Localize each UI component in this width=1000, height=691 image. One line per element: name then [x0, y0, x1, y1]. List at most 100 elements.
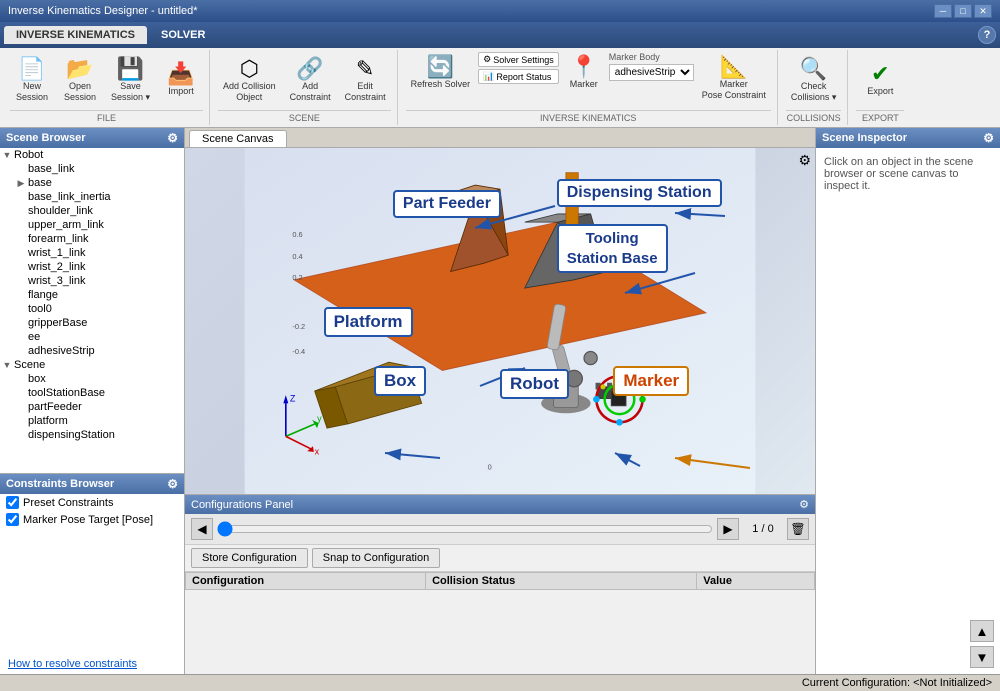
- add-collision-icon: ⬡: [240, 58, 259, 80]
- menu-tab-ik[interactable]: INVERSE KINEMATICS: [4, 26, 147, 44]
- refresh-solver-button[interactable]: 🔄 Refresh Solver: [406, 52, 476, 94]
- marker-pose-icon: 📐: [720, 56, 747, 78]
- marker-pose-checkbox[interactable]: [6, 513, 19, 526]
- canvas-gear-icon[interactable]: ⚙: [798, 152, 811, 169]
- marker-pose-label: MarkerPose Constraint: [702, 79, 766, 101]
- canvas-tab-bar: Scene Canvas: [185, 128, 815, 148]
- wrist2-label: wrist_2_link: [28, 261, 180, 273]
- tree-item-scene[interactable]: ▼ Scene: [0, 358, 184, 372]
- open-session-icon: 📂: [66, 58, 93, 80]
- tree-item-gripper[interactable]: gripperBase: [0, 316, 184, 330]
- title-bar: Inverse Kinematics Designer - untitled* …: [0, 0, 1000, 22]
- refresh-solver-icon: 🔄: [427, 56, 454, 78]
- svg-text:0.2: 0.2: [292, 273, 302, 282]
- config-slider[interactable]: [217, 521, 713, 537]
- inspector-gear-icon[interactable]: ⚙: [983, 131, 994, 145]
- how-to-link[interactable]: How to resolve constraints: [0, 654, 184, 674]
- add-collision-button[interactable]: ⬡ Add CollisionObject: [218, 54, 281, 107]
- scene-canvas-tab[interactable]: Scene Canvas: [189, 130, 287, 147]
- tree-item-base[interactable]: ▶ base: [0, 176, 184, 190]
- left-panel: Scene Browser ⚙ ▼ Robot base_link ▶ base…: [0, 128, 185, 674]
- base-arrow: ▶: [14, 178, 28, 189]
- tree-item-dispensing[interactable]: dispensingStation: [0, 428, 184, 442]
- config-gear-icon[interactable]: ⚙: [799, 498, 809, 511]
- solver-settings-button[interactable]: ⚙ Solver Settings: [478, 52, 559, 67]
- tree-item-robot[interactable]: ▼ Robot: [0, 148, 184, 162]
- tree-item-tool0[interactable]: tool0: [0, 302, 184, 316]
- minimize-button[interactable]: ─: [934, 4, 952, 18]
- constraints-browser-title: Constraints Browser: [6, 478, 114, 490]
- scene-canvas[interactable]: Z y x 0.6 0.4 0.2 -0.2: [185, 148, 815, 494]
- flange-label: flange: [28, 289, 180, 301]
- tree-item-box[interactable]: box: [0, 372, 184, 386]
- tree-item-wrist3[interactable]: wrist_3_link: [0, 274, 184, 288]
- preset-constraints-checkbox[interactable]: [6, 496, 19, 509]
- annotation-tooling-station: ToolingStation Base: [557, 224, 668, 273]
- tree-item-adhesive[interactable]: adhesiveStrip: [0, 344, 184, 358]
- dispensing-label: dispensingStation: [28, 429, 180, 441]
- config-prev-button[interactable]: ◀: [191, 518, 213, 540]
- config-panel-header: Configurations Panel ⚙: [185, 495, 815, 514]
- scene-browser-tree[interactable]: ▼ Robot base_link ▶ base base_link_inert…: [0, 148, 184, 474]
- new-session-button[interactable]: 📄 NewSession: [10, 54, 54, 107]
- config-next-button[interactable]: ▶: [717, 518, 739, 540]
- scene-browser-gear-icon[interactable]: ⚙: [167, 131, 178, 145]
- export-button[interactable]: ✔ Export: [858, 59, 902, 101]
- menu-tab-solver[interactable]: SOLVER: [149, 26, 217, 44]
- configurations-data-table: Configuration Collision Status Value: [185, 572, 815, 590]
- save-session-button[interactable]: 💾 SaveSession ▾: [106, 54, 155, 107]
- config-controls: ◀ ▶ 1 / 0 🗑: [185, 514, 815, 545]
- tree-item-tool-station[interactable]: toolStationBase: [0, 386, 184, 400]
- configurations-panel: Configurations Panel ⚙ ◀ ▶ 1 / 0 🗑 Store…: [185, 494, 815, 674]
- svg-text:Z: Z: [290, 394, 296, 404]
- new-session-label: NewSession: [16, 81, 48, 103]
- store-config-button[interactable]: Store Configuration: [191, 548, 308, 568]
- marker-pose-label: Marker Pose Target [Pose]: [23, 514, 153, 526]
- marker-pose-button[interactable]: 📐 MarkerPose Constraint: [697, 52, 771, 105]
- inspector-up-button[interactable]: ▲: [970, 620, 994, 642]
- tree-item-platform[interactable]: platform: [0, 414, 184, 428]
- tree-item-base-link[interactable]: base_link: [0, 162, 184, 176]
- close-button[interactable]: ✕: [974, 4, 992, 18]
- constraints-browser-header: Constraints Browser ⚙: [0, 474, 184, 494]
- maximize-button[interactable]: □: [954, 4, 972, 18]
- right-panel: Scene Inspector ⚙ Click on an object in …: [815, 128, 1000, 674]
- tree-item-shoulder[interactable]: shoulder_link: [0, 204, 184, 218]
- preset-constraints-item[interactable]: Preset Constraints: [0, 494, 184, 511]
- annotation-platform: Platform: [324, 307, 413, 337]
- import-button[interactable]: 📥 Import: [159, 59, 203, 101]
- marker-icon: 📍: [570, 56, 597, 78]
- inspector-content: Click on an object in the scene browser …: [816, 148, 1000, 614]
- wrist3-label: wrist_3_link: [28, 275, 180, 287]
- collision-buttons: 🔍 CheckCollisions ▾: [786, 52, 842, 108]
- tree-item-forearm[interactable]: forearm_link: [0, 232, 184, 246]
- marker-button[interactable]: 📍 Marker: [562, 52, 606, 94]
- edit-constraint-button[interactable]: ✎ EditConstraint: [340, 54, 391, 107]
- tree-item-ee[interactable]: ee: [0, 330, 184, 344]
- help-button[interactable]: ?: [978, 26, 996, 44]
- scene-browser-title: Scene Browser: [6, 132, 85, 144]
- marker-pose-item[interactable]: Marker Pose Target [Pose]: [0, 511, 184, 528]
- snap-config-button[interactable]: Snap to Configuration: [312, 548, 440, 568]
- check-collisions-button[interactable]: 🔍 CheckCollisions ▾: [786, 54, 842, 107]
- inspector-down-button[interactable]: ▼: [970, 646, 994, 668]
- ik-controls: 🔄 Refresh Solver ⚙ Solver Settings 📊 Rep…: [406, 52, 771, 108]
- tree-item-wrist2[interactable]: wrist_2_link: [0, 260, 184, 274]
- tree-item-base-link-inertia[interactable]: base_link_inertia: [0, 190, 184, 204]
- solver-actions: ⚙ Solver Settings 📊 Report Status: [478, 52, 559, 84]
- tree-item-flange[interactable]: flange: [0, 288, 184, 302]
- report-status-button[interactable]: 📊 Report Status: [478, 69, 559, 84]
- open-session-button[interactable]: 📂 OpenSession: [58, 54, 102, 107]
- tree-item-upper-arm[interactable]: upper_arm_link: [0, 218, 184, 232]
- tree-item-wrist1[interactable]: wrist_1_link: [0, 246, 184, 260]
- tree-item-part-feeder[interactable]: partFeeder: [0, 400, 184, 414]
- add-constraint-button[interactable]: 🔗 AddConstraint: [285, 54, 336, 107]
- marker-body-select[interactable]: adhesiveStrip: [609, 64, 694, 81]
- config-count: 1 / 0: [743, 523, 783, 535]
- svg-text:0: 0: [488, 462, 492, 471]
- config-delete-button[interactable]: 🗑: [787, 518, 809, 540]
- tool0-label: tool0: [28, 303, 180, 315]
- export-group-label: EXPORT: [856, 110, 904, 123]
- constraints-gear-icon[interactable]: ⚙: [167, 477, 178, 491]
- open-session-label: OpenSession: [64, 81, 96, 103]
